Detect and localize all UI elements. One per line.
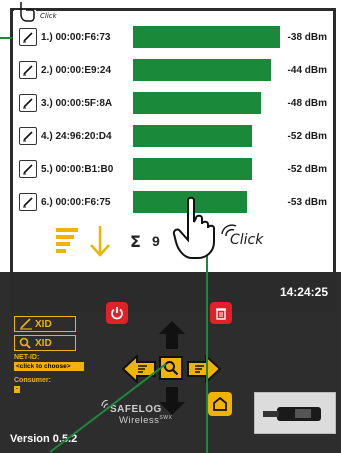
edit-icon[interactable] (19, 193, 37, 211)
search-xid-button[interactable]: XID (14, 335, 76, 351)
device-row[interactable]: 1.) 00:00:F6:73 -38 dBm (19, 22, 333, 52)
net-id-label: NET-ID: (14, 354, 40, 361)
click-hint-top: Click (40, 12, 57, 20)
device-mac: 2.) 00:00:E9:24 (41, 64, 112, 76)
power-button[interactable] (106, 302, 128, 324)
edit-icon[interactable] (19, 28, 37, 46)
callout-line-main (206, 252, 208, 453)
consumer-value[interactable]: - (14, 386, 20, 393)
signal-bar (133, 158, 252, 180)
signal-bar (133, 92, 261, 114)
status-bar: 14:24:25 (10, 272, 336, 312)
tap-hand-icon (14, 2, 36, 24)
delete-button[interactable] (210, 302, 232, 324)
signal-strength: -52 dBm (287, 130, 327, 142)
signal-bar (133, 59, 271, 81)
home-button[interactable] (208, 392, 232, 416)
device-mac: 4.) 24:96:20:D4 (41, 130, 112, 142)
clock: 14:24:25 (279, 285, 328, 299)
product-image (254, 392, 336, 434)
signal-strength: -53 dBm (287, 196, 327, 208)
trash-icon (216, 308, 226, 320)
signal-bar (133, 125, 252, 147)
sort-down-arrow-icon[interactable] (88, 224, 112, 258)
device-row[interactable]: 4.) 24:96:20:D4 -52 dBm (19, 121, 333, 151)
device-row[interactable]: 3.) 00:00:5F:8A -48 dBm (19, 88, 333, 118)
up-arrow-button[interactable] (158, 320, 186, 350)
signal-bar-track (133, 92, 283, 114)
edit-icon[interactable] (19, 127, 37, 145)
signal-bar (133, 26, 280, 48)
device-mac: 6.) 00:00:F6:75 (41, 196, 111, 208)
callout-line-diagonal (49, 363, 167, 453)
signal-strength: -48 dBm (287, 97, 327, 109)
edit-icon[interactable] (19, 61, 37, 79)
home-icon (213, 396, 227, 411)
consumer-label: Consumer: (14, 377, 51, 384)
callout-line-top (0, 37, 12, 39)
device-row[interactable]: 5.) 00:00:B1:B0 -52 dBm (19, 154, 333, 184)
signal-strength: -52 dBm (287, 163, 327, 175)
power-icon (111, 307, 123, 320)
signal-strength: -38 dBm (287, 31, 327, 43)
right-arrow-button[interactable] (187, 355, 221, 383)
click-hint-main: Click (230, 232, 264, 248)
device-mac: 1.) 00:00:F6:73 (41, 31, 111, 43)
edit-xid-label: XID (35, 318, 52, 330)
app-screen: 1.) 00:00:F6:73 -38 dBm 2.) 00:00:E9:24 -44… (0, 0, 341, 453)
sum-icon: Σ (130, 232, 141, 251)
device-row[interactable]: 2.) 00:00:E9:24 -44 dBm (19, 55, 333, 85)
device-mac: 5.) 00:00:B1:B0 (41, 163, 114, 175)
search-xid-label: XID (35, 337, 52, 349)
sort-lines-icon[interactable] (56, 228, 80, 253)
signal-bar-track (133, 59, 283, 81)
device-mac: 3.) 00:00:5F:8A (41, 97, 113, 109)
edit-icon[interactable] (19, 94, 37, 112)
edit-xid-button[interactable]: XID (14, 316, 76, 332)
device-count: 9 (152, 233, 160, 249)
signal-bar-track (133, 158, 283, 180)
signal-bar-track (133, 125, 283, 147)
signal-bar-track (133, 26, 283, 48)
magnifier-icon (19, 337, 31, 349)
edit-icon[interactable] (19, 160, 37, 178)
signal-strength: -44 dBm (287, 64, 327, 76)
usb-stick-icon (263, 407, 321, 421)
pencil-icon (20, 318, 32, 330)
pointing-hand-icon (172, 196, 215, 259)
